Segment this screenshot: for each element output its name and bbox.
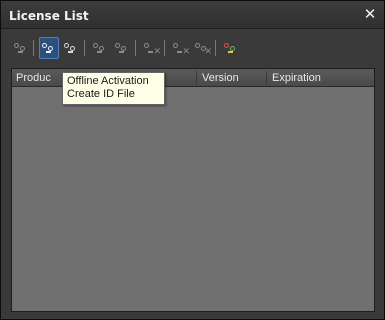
toolbar-separator [164, 40, 165, 56]
tooltip-subtitle: Create ID File [67, 88, 135, 100]
list-body[interactable] [12, 88, 374, 311]
toolbar-separator [135, 40, 136, 56]
toolbar-separator [84, 40, 85, 56]
online-license-icon [224, 42, 238, 54]
remove-license-icon: ✕ [144, 42, 161, 57]
deactivate-license-button-2[interactable] [112, 37, 132, 59]
toolbar-separator [215, 40, 216, 56]
window-title: License List [9, 9, 89, 23]
column-header-expiration[interactable]: Expiration [272, 72, 321, 84]
offline-activation-button[interactable] [39, 37, 59, 59]
license-info-button[interactable] [61, 37, 81, 59]
deactivate-license-button[interactable] [90, 37, 110, 59]
tooltip: Offline Activation Create ID File [62, 72, 165, 105]
remove-license-button[interactable]: ✕ [141, 37, 161, 59]
license-disabled-icon [93, 42, 107, 54]
online-license-button[interactable] [221, 37, 241, 59]
offline-activation-icon [42, 42, 56, 54]
remove-license-icon: ✕ [195, 42, 212, 57]
license-button[interactable] [11, 37, 31, 59]
remove-license-icon: ✕ [173, 42, 190, 57]
column-header-product[interactable]: Produc [16, 72, 51, 84]
column-divider[interactable] [266, 71, 267, 85]
close-button[interactable]: ✕ [362, 5, 378, 23]
license-list-window: License List ✕ ✕ ✕ ✕ Produc Version Expi… [0, 0, 385, 320]
license-disabled-icon [115, 42, 129, 54]
title-bar: License List ✕ [1, 1, 384, 29]
toolbar-separator [33, 40, 34, 56]
license-info-icon [64, 42, 78, 54]
remove-license-button-2[interactable]: ✕ [170, 37, 190, 59]
column-header-version[interactable]: Version [202, 72, 239, 84]
remove-license-button-3[interactable]: ✕ [192, 37, 212, 59]
column-divider[interactable] [196, 71, 197, 85]
toolbar: ✕ ✕ ✕ [11, 37, 371, 61]
tooltip-title: Offline Activation [67, 75, 149, 87]
license-icon [14, 42, 28, 54]
